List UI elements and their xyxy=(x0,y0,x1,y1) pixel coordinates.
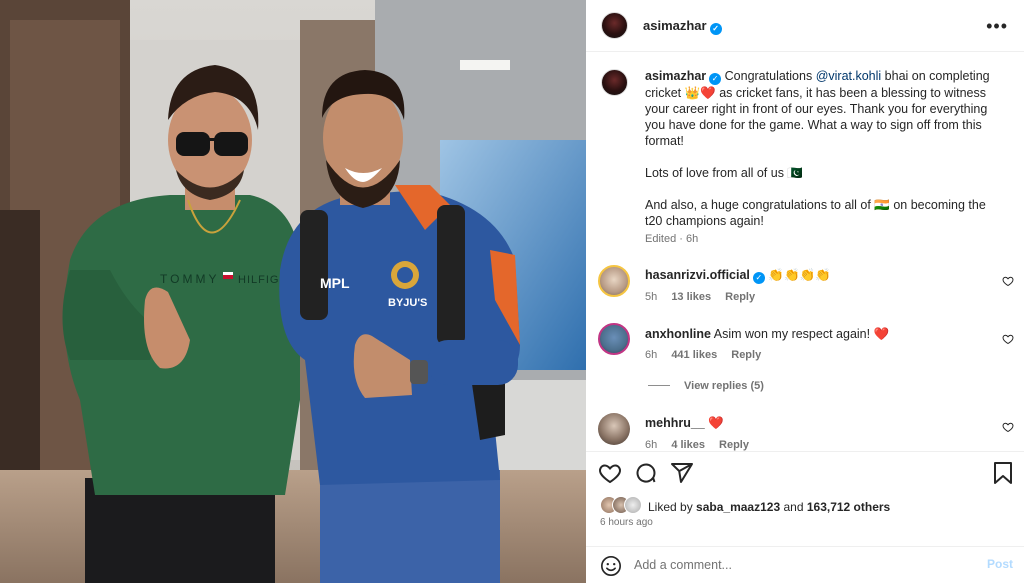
liked-by-count[interactable]: 163,712 others xyxy=(807,500,890,514)
verified-badge-icon: ✓ xyxy=(709,73,722,85)
comment-time: 6h xyxy=(645,439,658,451)
liked-by-text: Liked by saba_maaz123 and 163,712 others xyxy=(648,500,890,514)
comment-row: hasanrizvi.official ✓ 👏👏👏👏 xyxy=(645,267,831,284)
liked-by-prefix: Liked by xyxy=(648,500,693,514)
comment-avatar[interactable] xyxy=(598,413,630,445)
comment-text: ❤️ xyxy=(708,416,724,430)
caption-avatar[interactable] xyxy=(601,69,628,96)
caption-paragraph-3: And also, a huge congratulations to all … xyxy=(645,198,986,228)
comment-input[interactable] xyxy=(634,556,954,574)
verified-badge-icon: ✓ xyxy=(709,23,722,35)
caption-edited: Edited · 6h xyxy=(645,233,699,245)
comment-meta: 6h 441 likes Reply xyxy=(645,349,772,361)
comment-meta: 5h 13 likes Reply xyxy=(645,291,766,303)
comment-row: mehhru__ ❤️ xyxy=(645,415,724,431)
instagram-post-view: TOMMY HILFIGER MPL BYJU'S asimazhar ✓ ••… xyxy=(0,0,1024,583)
verified-badge-icon: ✓ xyxy=(752,272,765,284)
caption-username[interactable]: asimazhar xyxy=(645,69,706,83)
comment-time: 6h xyxy=(645,349,658,361)
photo-illustration: TOMMY HILFIGER MPL BYJU'S xyxy=(0,0,586,583)
post-photo[interactable]: TOMMY HILFIGER MPL BYJU'S xyxy=(0,0,586,583)
comment-row: anxhonline Asim won my respect again! ❤️ xyxy=(645,326,889,342)
heart-icon[interactable] xyxy=(598,461,622,485)
comment-likes[interactable]: 4 likes xyxy=(671,439,705,451)
liked-by-user[interactable]: saba_maaz123 xyxy=(696,500,780,514)
reply-button[interactable]: Reply xyxy=(731,349,761,361)
comment-like-heart-icon[interactable] xyxy=(1002,333,1014,345)
comment-meta: 6h 4 likes Reply xyxy=(645,439,760,451)
comment-time: 5h xyxy=(645,291,658,303)
reply-button[interactable]: Reply xyxy=(719,439,749,451)
caption: asimazhar ✓ Congratulations @virat.kohli … xyxy=(645,68,1005,229)
replies-divider xyxy=(648,385,670,386)
post-header: asimazhar ✓ ••• xyxy=(586,0,1024,52)
more-horizontal-icon[interactable]: ••• xyxy=(986,17,1008,35)
post-side-panel: asimazhar ✓ ••• asimazhar ✓ Congratulation… xyxy=(586,0,1024,583)
sponsor-logo-1: MPL xyxy=(320,275,350,291)
comment-like-heart-icon[interactable] xyxy=(1002,275,1014,287)
liked-by-mid: and xyxy=(783,500,804,514)
owner-avatar[interactable] xyxy=(601,12,628,39)
comment-username[interactable]: mehhru__ xyxy=(645,416,705,430)
share-icon[interactable] xyxy=(670,461,694,485)
post-actions: Liked by saba_maaz123 and 163,712 others… xyxy=(586,451,1024,546)
post-time[interactable]: 6 hours ago xyxy=(600,517,653,528)
post-comment-button[interactable]: Post xyxy=(987,557,1013,571)
caption-text-1a: Congratulations xyxy=(724,69,813,83)
comment-like-heart-icon[interactable] xyxy=(1002,421,1014,433)
add-comment-bar: Post xyxy=(586,546,1024,583)
owner-username-row: asimazhar ✓ xyxy=(643,18,722,35)
reply-button[interactable]: Reply xyxy=(725,291,755,303)
comment-likes[interactable]: 441 likes xyxy=(671,349,717,361)
comments-list[interactable]: asimazhar ✓ Congratulations @virat.kohli … xyxy=(586,53,1024,451)
comment-icon[interactable] xyxy=(634,461,658,485)
sponsor-logo-2: BYJU'S xyxy=(388,297,427,309)
comment-username[interactable]: anxhonline xyxy=(645,327,711,341)
shirt-brand-left: TOMMY xyxy=(160,272,219,286)
view-replies-label: View replies (5) xyxy=(684,380,764,392)
comment-likes[interactable]: 13 likes xyxy=(671,291,711,303)
view-replies-button[interactable]: View replies (5) xyxy=(648,380,764,392)
caption-mention[interactable]: @virat.kohli xyxy=(816,69,882,83)
emoji-icon[interactable] xyxy=(600,555,622,577)
caption-paragraph-1: asimazhar ✓ Congratulations @virat.kohli … xyxy=(645,68,1005,149)
comment-text: 👏👏👏👏 xyxy=(768,268,831,282)
comment-avatar[interactable] xyxy=(598,323,630,355)
comment-text: Asim won my respect again! ❤️ xyxy=(713,327,890,341)
owner-username[interactable]: asimazhar xyxy=(643,18,707,33)
liked-by-avatar[interactable] xyxy=(624,496,642,514)
caption-paragraph-2: Lots of love from all of us 🇵🇰 xyxy=(645,166,803,180)
comment-username[interactable]: hasanrizvi.official xyxy=(645,268,750,282)
comment-avatar[interactable] xyxy=(598,265,630,297)
bookmark-icon[interactable] xyxy=(992,461,1014,485)
